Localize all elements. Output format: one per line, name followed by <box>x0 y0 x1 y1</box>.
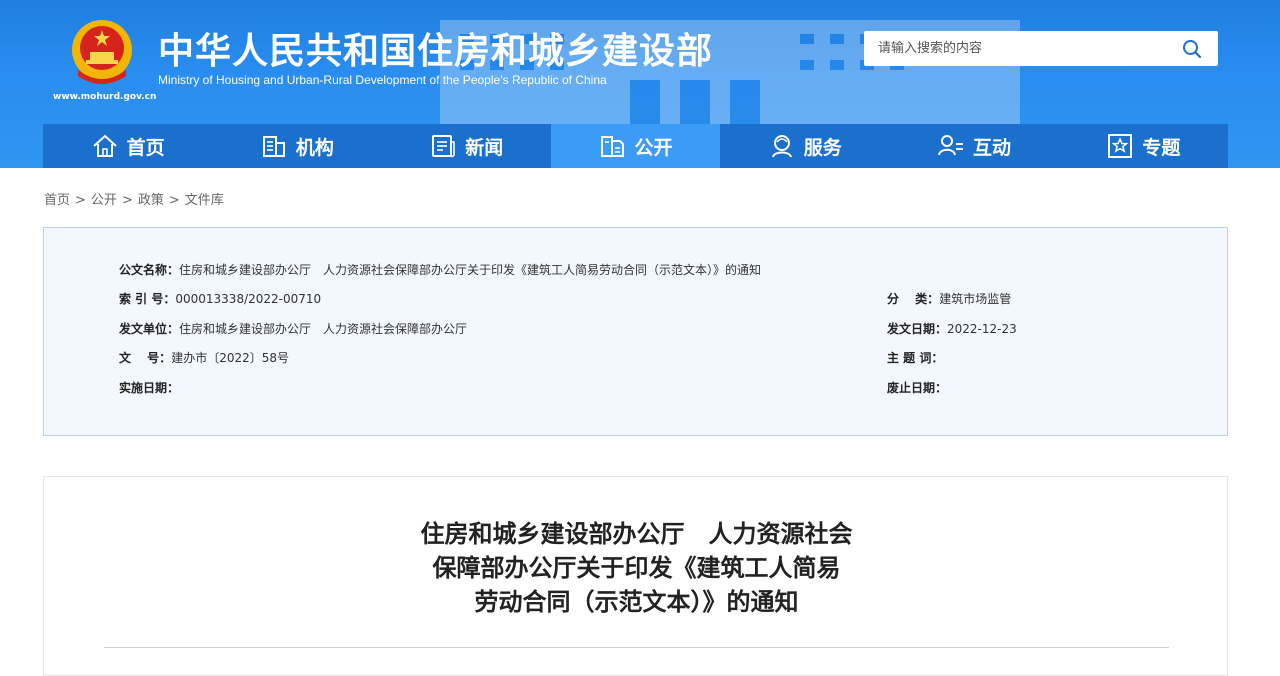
nav-item-label: 互动 <box>973 136 1012 159</box>
meta-label: 实施日期： <box>119 381 180 395</box>
nav-item-org[interactable]: 机构 <box>212 124 381 168</box>
meta-doc-name: 公文名称：住房和城乡建设部办公厅 人力资源社会保障部办公厅关于印发《建筑工人简易… <box>119 261 761 278</box>
meta-value: 住房和城乡建设部办公厅 人力资源社会保障部办公厅 <box>179 322 468 336</box>
article-title-line: 保障部办公厅关于印发《建筑工人简易 <box>432 554 841 582</box>
meta-value: 2022-12-23 <box>947 322 1017 336</box>
meta-label: 公文名称： <box>119 263 180 277</box>
meta-effective-date: 实施日期： <box>119 379 179 396</box>
news-icon <box>432 135 455 158</box>
breadcrumb-separator: > <box>75 193 86 208</box>
meta-label: 发文单位： <box>119 322 180 336</box>
meta-label: 发文日期： <box>887 322 948 336</box>
meta-value: 建办市〔2022〕58号 <box>171 351 289 365</box>
public-icon <box>601 136 625 157</box>
nav-item-label: 机构 <box>295 136 334 159</box>
nav-item-service[interactable]: 服务 <box>720 124 889 168</box>
meta-category: 分 类：建筑市场监管 <box>887 290 1011 307</box>
meta-issuer: 发文单位：住房和城乡建设部办公厅 人力资源社会保障部办公厅 <box>119 320 467 337</box>
meta-label: 分 类： <box>887 292 940 306</box>
article-title-line: 住房和城乡建设部办公厅 人力资源社会 <box>420 520 853 548</box>
nav-item-interact[interactable]: 互动 <box>889 124 1058 168</box>
meta-subject: 主 题 词： <box>887 349 943 366</box>
nav-item-home[interactable]: 首页 <box>43 124 212 168</box>
meta-value: 建筑市场监管 <box>939 292 1012 306</box>
nav-item-topic[interactable]: 专题 <box>1059 124 1228 168</box>
service-icon <box>771 135 792 158</box>
interact-icon <box>938 135 964 156</box>
site-title-english: Ministry of Housing and Urban-Rural Deve… <box>158 73 607 87</box>
breadcrumb-separator: > <box>121 193 133 208</box>
breadcrumb: 首页 > 公开 > 政策 > 文件库 <box>44 189 224 208</box>
nav-item-public[interactable]: 公开 <box>550 124 721 168</box>
article-title: 住房和城乡建设部办公厅 人力资源社会 保障部办公厅关于印发《建筑工人简易 劳动合… <box>44 517 1229 619</box>
search-box <box>864 31 1218 66</box>
meta-label: 文 号： <box>119 351 172 365</box>
meta-doc-number: 文 号：建办市〔2022〕58号 <box>119 349 289 366</box>
search-input[interactable] <box>864 31 1164 66</box>
article-panel: 住房和城乡建设部办公厅 人力资源社会 保障部办公厅关于印发《建筑工人简易 劳动合… <box>43 476 1228 676</box>
org-icon <box>262 136 285 157</box>
meta-issue-date: 发文日期：2022-12-23 <box>887 320 1017 337</box>
meta-index-no: 索 引 号：000013338/2022-00710 <box>119 290 321 307</box>
breadcrumb-home[interactable]: 首页 <box>44 193 70 208</box>
main-nav: 首页 机构 新闻 公开 服务 互动 专题 <box>43 124 1228 168</box>
site-title-chinese: 中华人民共和国住房和城乡建设部 <box>158 31 714 72</box>
breadcrumb-public[interactable]: 公开 <box>91 193 117 208</box>
document-meta-panel: 公文名称：住房和城乡建设部办公厅 人力资源社会保障部办公厅关于印发《建筑工人简易… <box>43 227 1228 436</box>
breadcrumb-separator: > <box>168 193 180 208</box>
meta-label: 主 题 词： <box>887 351 944 365</box>
search-icon[interactable] <box>1180 37 1204 61</box>
breadcrumb-policy[interactable]: 政策 <box>138 193 164 208</box>
national-emblem-icon <box>72 20 132 84</box>
meta-label: 索 引 号： <box>119 292 176 306</box>
meta-value: 000013338/2022-00710 <box>175 292 322 306</box>
site-header: www.mohurd.gov.cn 中华人民共和国住房和城乡建设部 Minist… <box>0 0 1280 168</box>
topic-icon <box>1108 134 1133 158</box>
breadcrumb-library[interactable]: 文件库 <box>185 193 224 208</box>
nav-item-news[interactable]: 新闻 <box>382 124 551 168</box>
nav-item-label: 新闻 <box>465 136 504 159</box>
nav-item-label: 服务 <box>803 136 842 159</box>
meta-value: 住房和城乡建设部办公厅 人力资源社会保障部办公厅关于印发《建筑工人简易劳动合同（… <box>179 263 762 277</box>
article-title-line: 劳动合同（示范文本）》的通知 <box>474 588 799 616</box>
nav-item-label: 公开 <box>634 136 673 159</box>
site-url: www.mohurd.gov.cn <box>53 92 157 102</box>
nav-item-label: 专题 <box>1142 136 1181 159</box>
meta-label: 废止日期： <box>887 381 948 395</box>
nav-item-label: 首页 <box>126 136 165 159</box>
home-icon <box>92 134 117 157</box>
meta-abolish-date: 废止日期： <box>887 379 947 396</box>
